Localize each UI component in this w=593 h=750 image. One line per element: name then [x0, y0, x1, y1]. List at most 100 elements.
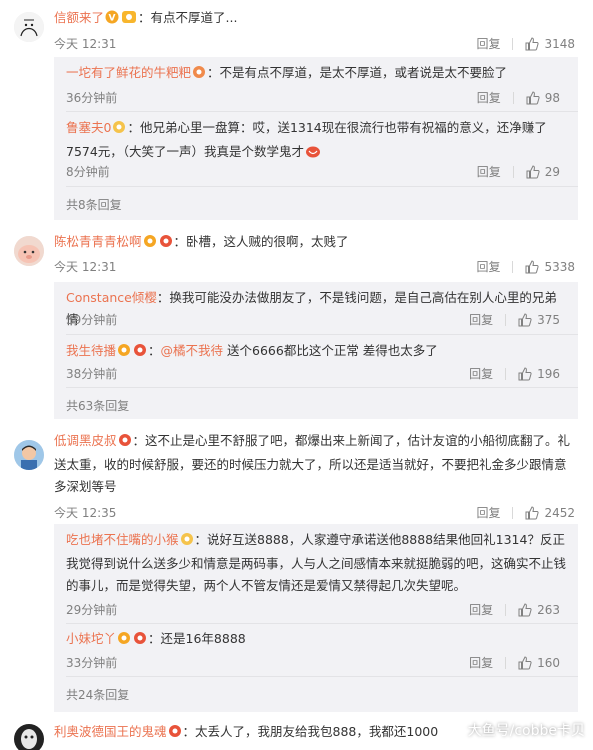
username-link[interactable]: 小妹坨丫	[66, 631, 116, 646]
username-link[interactable]: 陈松青青青松啊	[54, 234, 142, 249]
divider	[66, 387, 578, 388]
comment-text: 陈松青青青松啊 ：卧槽，这人贼的很啊，太贱了	[54, 231, 575, 255]
like-button[interactable]: 196	[518, 367, 560, 381]
comment-actions: 回复 98	[477, 89, 560, 106]
divider	[66, 676, 578, 677]
thumbs-up-icon	[518, 366, 532, 380]
timestamp: 29分钟前	[66, 603, 118, 617]
divider	[512, 37, 514, 50]
divider	[512, 260, 514, 273]
level-badge-icon	[118, 432, 132, 454]
level-badge-icon	[168, 723, 182, 745]
member-badge-icon	[117, 630, 131, 652]
username-link[interactable]: 低调黑皮叔	[54, 433, 117, 448]
username-link[interactable]: 信额来了	[54, 10, 104, 25]
thumbs-up-icon	[518, 655, 532, 669]
like-button[interactable]: 2452	[525, 506, 575, 520]
comment-text: 信额来了 V ：有点不厚道了...	[54, 7, 575, 31]
comment-body: ：卧槽，这人贼的很啊，太贱了	[173, 234, 349, 249]
divider	[512, 506, 514, 519]
reply-button[interactable]: 回复	[476, 504, 500, 521]
avatar[interactable]	[14, 236, 44, 266]
thumbs-up-icon	[518, 602, 532, 616]
verified-v-icon: V	[105, 9, 119, 31]
sub-comment-text: 一坨有了鲜花的牛粑粑 ：不是有点不厚道，是太不厚道，或者说是太不要脸了	[66, 62, 566, 86]
timestamp: 36分钟前	[66, 91, 118, 105]
like-button[interactable]: 29	[526, 165, 560, 179]
reply-button[interactable]: 回复	[476, 258, 500, 275]
sub-comments: 吃也堵不住嘴的小猴 ：说好互送8888，人家遵守承诺送他8888结果他回礼1314…	[54, 524, 578, 712]
divider	[66, 186, 578, 187]
username-link[interactable]: 吃也堵不住嘴的小猴	[66, 532, 179, 547]
thumbs-up-icon	[525, 505, 540, 519]
member-badge-icon	[143, 233, 157, 255]
like-count: 98	[544, 90, 560, 105]
like-count: 263	[537, 602, 560, 617]
level-badge-icon	[133, 630, 147, 652]
reply-button[interactable]: 回复	[469, 311, 493, 328]
timestamp: 今天 12:31	[54, 37, 117, 51]
username-link[interactable]: 我生待播	[66, 343, 116, 358]
avatar[interactable]	[14, 440, 44, 470]
divider	[512, 165, 514, 178]
timestamp: 8分钟前	[66, 165, 110, 179]
member-badge-icon	[117, 342, 131, 364]
like-button[interactable]: 3148	[525, 37, 575, 51]
divider	[66, 334, 578, 335]
sub-comment-body: ：不是有点不厚道，是太不厚道，或者说是太不要脸了	[207, 65, 508, 80]
divider	[66, 111, 578, 112]
divider	[512, 91, 514, 104]
sub-comment-text: 鲁塞夫0 ：他兄弟心里一盘算：哎，送1314现在很流行也带有祝福的意义，还净赚了7…	[66, 117, 566, 165]
svg-text:V: V	[109, 14, 116, 24]
thumbs-up-icon	[525, 259, 540, 273]
reply-button[interactable]: 回复	[469, 365, 493, 382]
like-button[interactable]: 98	[526, 91, 560, 105]
sub-comment-text: 我生待播 送个6666都比这个正常 差得也太多了：@橘不我待 送个6666都比这…	[66, 340, 566, 364]
reply-button[interactable]: 回复	[476, 35, 500, 52]
like-button[interactable]: 160	[518, 656, 560, 670]
like-button[interactable]: 263	[518, 603, 560, 617]
divider	[505, 367, 507, 380]
comment-actions: 回复 160	[469, 654, 560, 671]
sub-comments: Constance倾樱：换我可能没办法做朋友了，不是钱问题，是自己高估在别人心里…	[54, 282, 578, 419]
timestamp: 33分钟前	[66, 656, 118, 670]
member-badge-icon	[112, 119, 126, 141]
username-link[interactable]: 一坨有了鲜花的牛粑粑	[66, 65, 191, 80]
timestamp: 今天 12:35	[54, 506, 117, 520]
username-link[interactable]: Constance倾樱	[66, 290, 157, 305]
reply-button[interactable]: 回复	[477, 163, 501, 180]
comment-actions: 回复 263	[469, 601, 560, 618]
timestamp: 今天 12:31	[54, 260, 117, 274]
divider	[505, 313, 507, 326]
watermark: 大鱼号/cobbe卡贝	[467, 723, 585, 739]
like-button[interactable]: 375	[518, 313, 560, 327]
thumbs-up-icon	[518, 312, 532, 326]
like-count: 5338	[544, 259, 575, 274]
like-button[interactable]: 5338	[525, 260, 575, 274]
reply-button[interactable]: 回复	[477, 89, 501, 106]
reply-button[interactable]: 回复	[469, 654, 493, 671]
like-count: 2452	[544, 505, 575, 520]
more-replies-link[interactable]: 共63条回复	[66, 397, 129, 414]
mention-link[interactable]: @橘不我待	[161, 343, 224, 358]
level-badge-icon	[133, 342, 147, 364]
member-badge-icon	[180, 531, 194, 553]
member-badge-icon	[192, 64, 206, 86]
sub-comment-text: 小妹坨丫 ：还是16年8888	[66, 628, 566, 652]
like-count: 375	[537, 312, 560, 327]
avatar[interactable]	[14, 724, 44, 750]
reply-button[interactable]: 回复	[469, 601, 493, 618]
comment-actions: 回复 5338	[476, 258, 575, 275]
username-link[interactable]: 鲁塞夫0	[66, 120, 111, 135]
like-count: 160	[537, 655, 560, 670]
more-replies-link[interactable]: 共8条回复	[66, 196, 122, 213]
comment-actions: 回复 196	[469, 365, 560, 382]
more-replies-link[interactable]: 共24条回复	[66, 686, 129, 703]
comment-actions: 回复 2452	[476, 504, 575, 521]
divider	[505, 603, 507, 616]
like-count: 29	[544, 164, 560, 179]
avatar[interactable]	[14, 12, 44, 42]
username-link[interactable]: 利奥波德国王的鬼魂	[54, 724, 167, 739]
member-badge-icon	[121, 9, 137, 31]
comment-actions: 回复 375	[469, 311, 560, 328]
